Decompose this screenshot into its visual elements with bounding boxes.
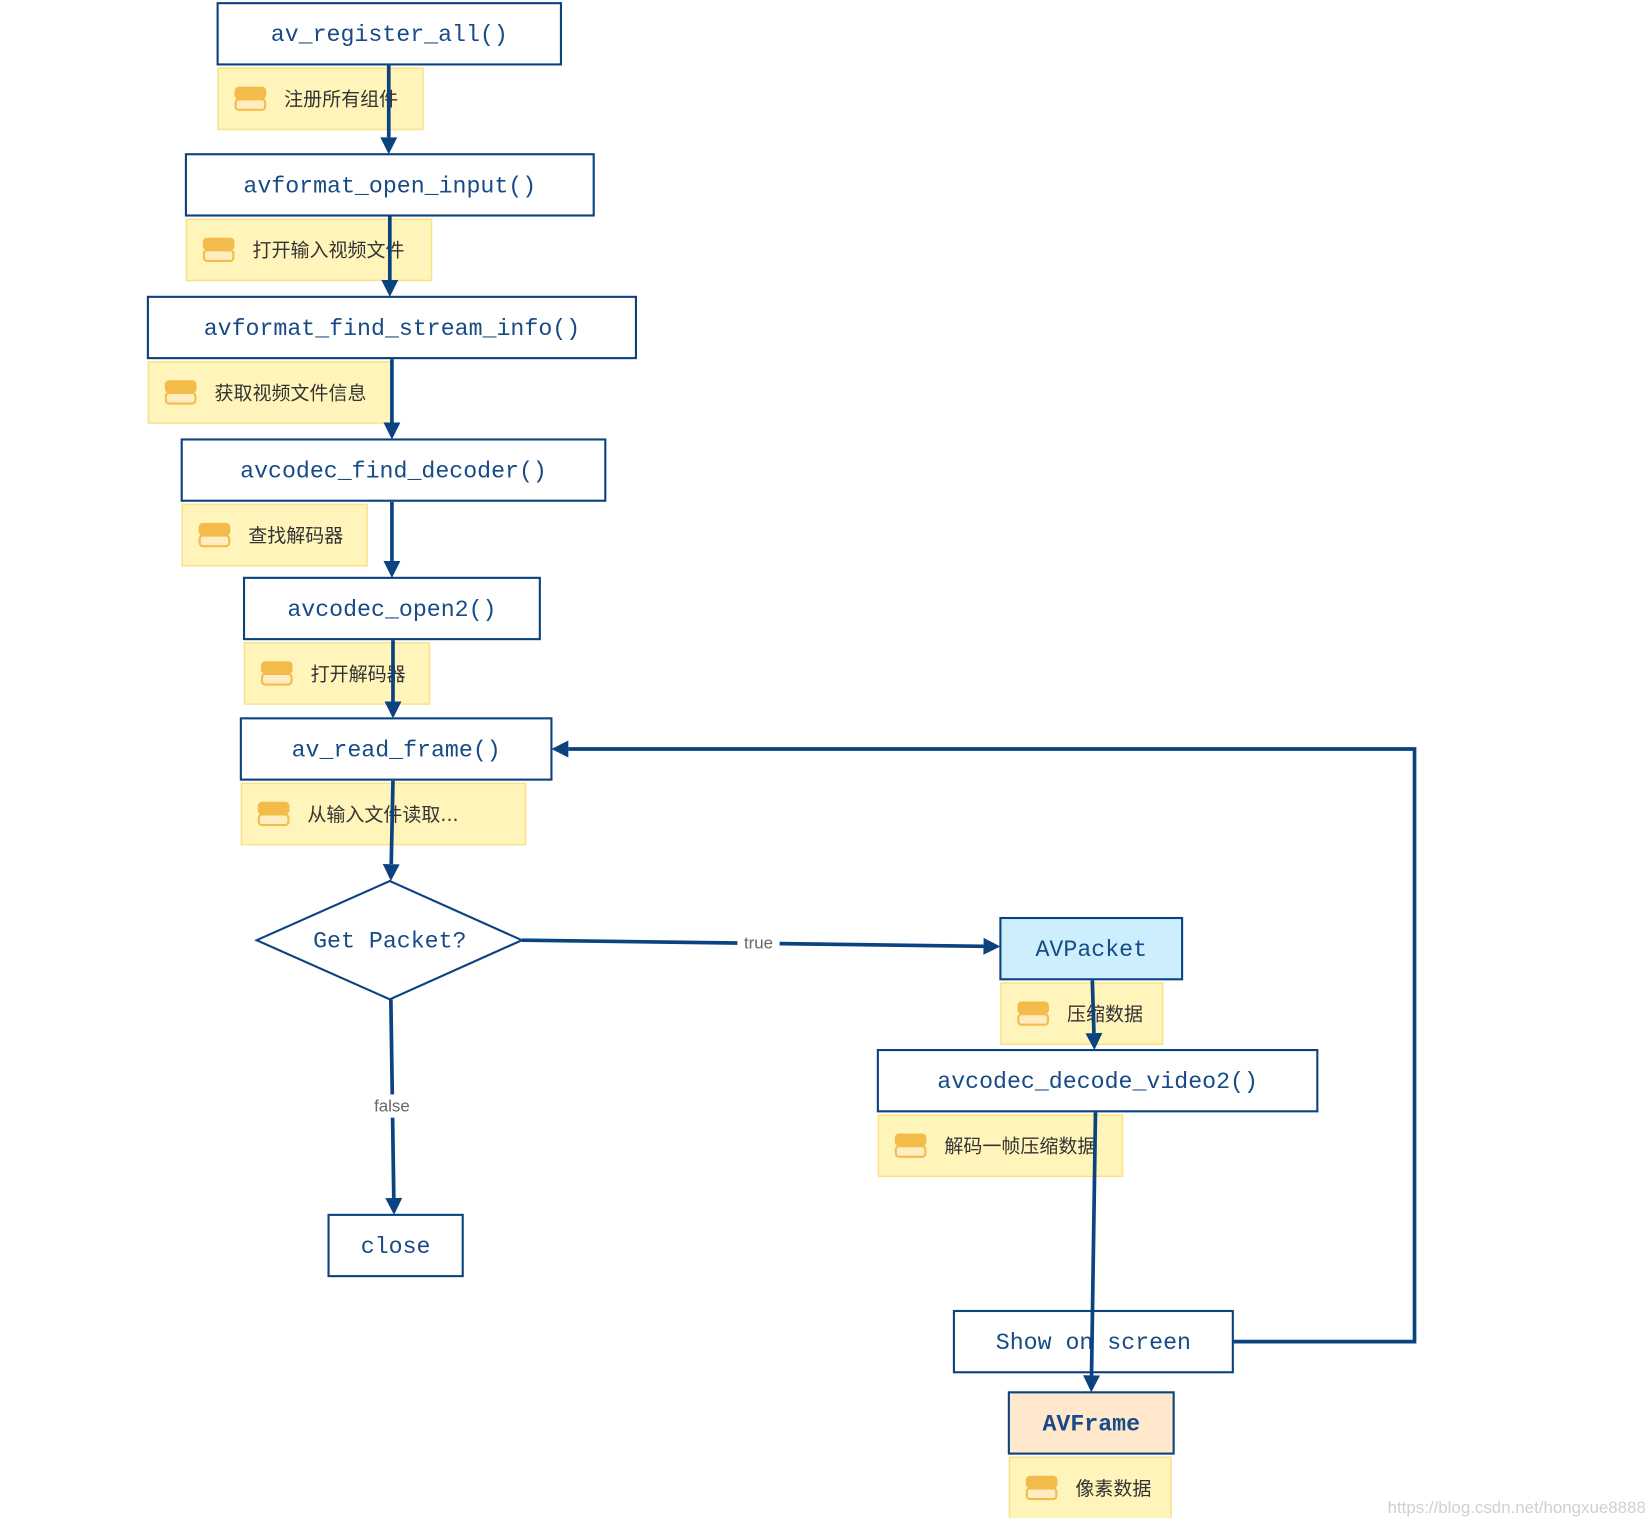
node-avframe[interactable]: 像素数据 AVFrame [1007, 1391, 1175, 1518]
database-icon [894, 1133, 927, 1158]
arrowhead-icon [983, 937, 1001, 955]
node-label: avcodec_open2() [287, 597, 496, 623]
node-label: avformat_find_stream_info() [204, 316, 580, 342]
database-icon [202, 237, 235, 262]
node-label: AVPacket [1035, 937, 1147, 963]
flowchart-canvas: 注册所有组件 av_register_all() 打开输入视频文件 avformat_… [146, 2, 1646, 1518]
node-close[interactable]: close [327, 1213, 464, 1278]
note: 获取视频文件信息 [147, 361, 393, 424]
note: 打开解码器 [243, 642, 431, 705]
note-text: 压缩数据 [1067, 1003, 1143, 1025]
note-text: 像素数据 [1075, 1478, 1151, 1500]
note: 压缩数据 [1000, 982, 1164, 1046]
arrowhead-icon [1083, 1375, 1100, 1393]
note: 从输入文件读取... [240, 782, 527, 846]
node-label: avformat_open_input() [243, 173, 536, 199]
arrowhead-icon [381, 279, 399, 297]
note: 打开输入视频文件 [185, 218, 433, 282]
database-icon [1025, 1475, 1058, 1501]
arrowhead-icon [383, 560, 401, 578]
database-icon [234, 86, 267, 111]
arrowhead-icon [385, 1197, 403, 1215]
note-text: 从输入文件读取... [307, 804, 458, 826]
database-icon [164, 380, 197, 405]
edge-get-packet-to-avpacket: true [521, 931, 1001, 955]
note-text: 查找解码器 [248, 525, 343, 547]
note: 查找解码器 [181, 503, 368, 567]
database-icon [257, 801, 290, 827]
note: 注册所有组件 [217, 67, 424, 131]
edge-label: false [374, 1096, 410, 1115]
node-avcodec-decode-video2[interactable]: 解码一帧压缩数据 avcodec_decode_video2() [876, 1049, 1319, 1178]
arrowhead-icon [551, 740, 569, 758]
edge-label: true [744, 934, 773, 953]
note: 解码一帧压缩数据 [877, 1114, 1124, 1178]
note-text: 打开输入视频文件 [252, 240, 404, 262]
edge-show-on-screen-to-av-read-frame [551, 740, 1417, 1344]
edge-avcodec-find-decoder-to-avcodec-open2 [383, 501, 401, 578]
database-icon [198, 522, 231, 548]
node-label: avcodec_decode_video2() [937, 1069, 1258, 1095]
node-label: avcodec_find_decoder() [240, 458, 547, 484]
arrowhead-icon [380, 137, 398, 155]
note: 像素数据 [1008, 1456, 1172, 1518]
note-text: 获取视频文件信息 [214, 382, 366, 404]
node-label: Get Packet? [313, 929, 466, 955]
edge-get-packet-to-close: false [370, 999, 414, 1215]
flowchart: 注册所有组件 av_register_all() 打开输入视频文件 avformat_… [0, 0, 1648, 1518]
node-label: close [361, 1234, 431, 1260]
note-text: 解码一帧压缩数据 [944, 1136, 1096, 1158]
watermark: https://blog.csdn.net/hongxue8888 [1388, 1498, 1646, 1517]
note-text: 注册所有组件 [284, 89, 398, 111]
node-label: av_register_all() [271, 22, 508, 48]
node-label: AVFrame [1042, 1411, 1140, 1437]
node-av-read-frame[interactable]: 从输入文件读取... av_read_frame() [239, 717, 553, 846]
arrowhead-icon [383, 422, 401, 440]
arrowhead-icon [382, 863, 400, 882]
node-label: av_read_frame() [292, 737, 501, 763]
database-icon [1017, 1001, 1050, 1026]
database-icon [260, 661, 293, 686]
node-get-packet[interactable]: Get Packet? [254, 879, 525, 1001]
arrowhead-icon [384, 701, 402, 719]
